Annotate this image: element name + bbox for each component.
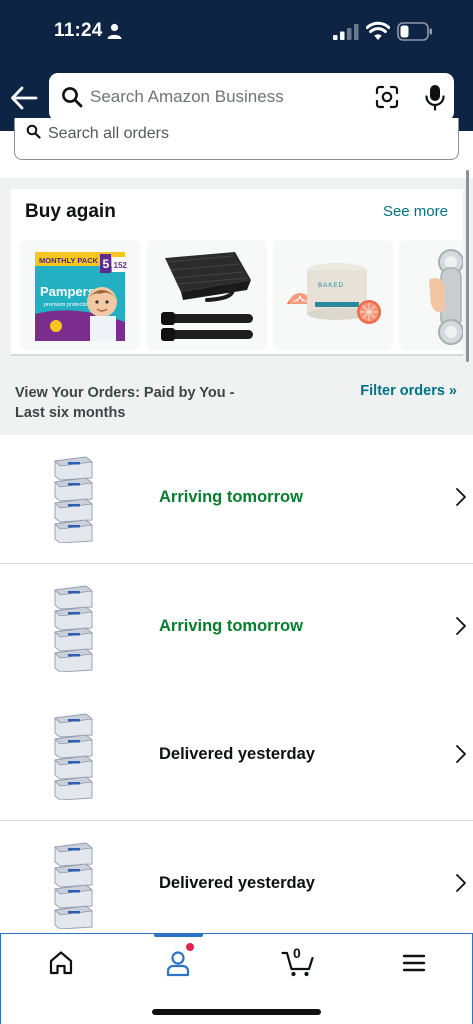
storage-box-clip [68,848,80,851]
pack-size: 5 [103,257,110,271]
search-bar[interactable] [49,73,454,121]
storage-box-clip [68,890,80,893]
camera-scan-icon[interactable] [375,85,399,109]
notification-dot [186,943,194,951]
storage-boxes-image [54,585,93,672]
storage-box-clip [68,761,80,764]
see-more-link[interactable]: See more [383,203,448,220]
pack-label: MONTHLY PACK [39,256,99,265]
cable-ties-product-image [161,252,253,341]
app-header: 11:24 [0,0,473,131]
status-time: 11:24 [54,20,103,41]
buy-again-item-grab-handle[interactable] [399,240,463,350]
order-row[interactable]: Delivered yesterday [0,692,473,821]
wifi-icon [366,21,390,40]
storage-box-clip [68,525,80,528]
battery-icon [397,22,432,41]
orders-search-input[interactable] [48,123,428,145]
order-row[interactable]: Arriving tomorrow [0,564,473,693]
storage-boxes-image [54,842,93,929]
body-cream-product-image: BAKED [287,263,381,324]
storage-box-clip [68,483,80,486]
cart-count: 0 [293,945,301,961]
storage-box-clip [68,462,80,465]
jar-label: BAKED [318,282,344,289]
orders-search-bar[interactable] [14,118,459,160]
storage-box-clip [68,869,80,872]
storage-boxes-image [54,713,93,800]
order-status: Delivered yesterday [159,745,315,763]
status-bar: 11:24 [0,0,473,62]
buy-again-card: Buy again See more MONTHLY PACK 5 152 Pa… [11,189,463,356]
pack-count: 152 [114,261,128,270]
buy-again-item-cable-ties[interactable] [147,240,267,350]
order-status: Arriving tomorrow [159,617,303,635]
order-row[interactable]: Arriving tomorrow [0,435,473,564]
home-icon[interactable] [46,948,76,978]
pampers-line: premium protection [44,302,91,308]
order-row[interactable]: Delivered yesterday [0,821,473,950]
scroll-indicator[interactable] [466,170,469,362]
buy-again-title: Buy again [25,201,116,222]
storage-boxes-image [54,456,93,543]
chevron-right-icon [456,745,466,763]
search-input[interactable] [90,83,360,111]
order-status: Arriving tomorrow [159,488,303,506]
account-icon[interactable] [164,948,194,978]
storage-box-clip [68,740,80,743]
storage-box-clip [68,591,80,594]
storage-box-clip [68,654,80,657]
storage-box-clip [68,782,80,785]
storage-box-clip [68,633,80,636]
person-status-icon [107,23,122,39]
storage-box-clip [68,719,80,722]
chevron-right-icon [456,488,466,506]
filter-orders-link[interactable]: Filter orders » [360,383,457,399]
storage-box-clip [68,504,80,507]
diapers-product-image: MONTHLY PACK 5 152 Pampers premium prote… [35,252,128,341]
back-arrow-icon[interactable] [9,84,39,112]
order-status: Delivered yesterday [159,874,315,892]
buy-again-item-body-cream[interactable]: BAKED [273,240,393,350]
chevron-right-icon [456,874,466,892]
search-icon [62,87,83,108]
pampers-brand: Pampers [40,284,95,299]
storage-box-clip [68,911,80,914]
home-indicator[interactable] [152,1009,321,1015]
signal-icon [333,24,359,40]
storage-box-clip [68,612,80,615]
buy-again-item-diapers[interactable]: MONTHLY PACK 5 152 Pampers premium prote… [20,240,140,350]
active-tab-indicator [154,933,203,937]
microphone-icon[interactable] [424,84,446,111]
grab-handle-product-image [429,249,463,345]
chevron-right-icon [456,617,466,635]
orders-filter-description: View Your Orders: Paid by You - Last six… [15,385,235,421]
menu-icon[interactable] [399,948,429,978]
search-icon [26,124,41,139]
